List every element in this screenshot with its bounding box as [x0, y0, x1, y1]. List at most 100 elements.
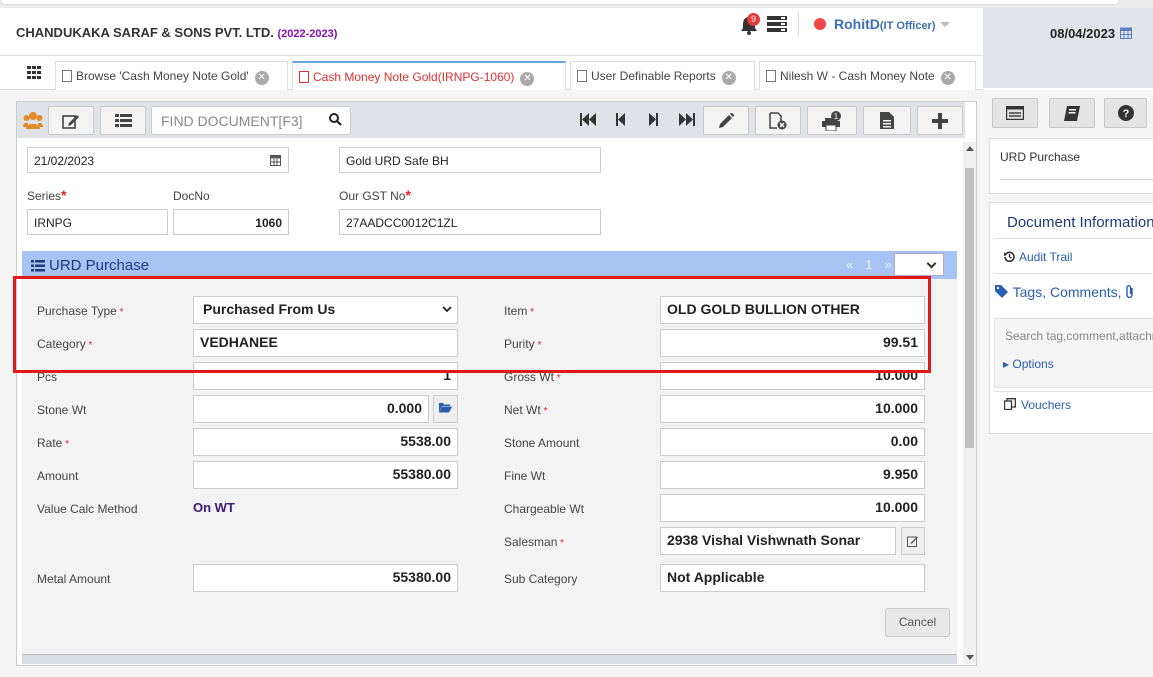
vouchers-link[interactable]: Vouchers	[1003, 398, 1072, 412]
print-icon: 1	[822, 110, 841, 131]
document-button[interactable]	[863, 106, 911, 135]
print-badge: 1	[834, 112, 839, 121]
first-record-icon[interactable]	[580, 113, 596, 126]
tab-label: Browse 'Cash Money Note Gold'	[76, 69, 249, 83]
svg-text:?: ?	[1122, 108, 1129, 120]
grid-header-strip	[22, 654, 957, 664]
tags-comments-link[interactable]: Tags, Comments,	[995, 284, 1135, 300]
cancel-button[interactable]: Cancel	[885, 608, 950, 637]
fine-wt-field[interactable]: 9.950	[660, 461, 925, 489]
panel-book-button[interactable]	[1049, 98, 1095, 128]
vouchers-label: Vouchers	[1021, 398, 1072, 412]
search-icon[interactable]	[329, 113, 342, 126]
table-icon	[1006, 106, 1024, 120]
server-icon[interactable]	[767, 16, 787, 32]
calendar-icon[interactable]	[270, 154, 281, 166]
doc-info-title: Document Information	[1007, 214, 1153, 231]
stone-wt-field[interactable]: 0.000	[193, 395, 429, 423]
next-record-icon[interactable]	[649, 113, 658, 126]
edit-form-button[interactable]	[48, 106, 94, 135]
close-icon[interactable]: ✕	[721, 71, 736, 85]
gst-field[interactable]: 27AADCC0012C1ZL	[339, 209, 601, 235]
edit-button[interactable]	[703, 106, 749, 135]
user-menu[interactable]: RohitD(IT Officer)	[814, 16, 950, 32]
close-icon[interactable]: ✕	[940, 71, 955, 85]
options-toggle[interactable]: ▸ Options	[1003, 357, 1054, 371]
rate-field[interactable]: 5538.00	[193, 428, 458, 456]
print-button[interactable]: 1	[807, 106, 857, 135]
cancel-document-button[interactable]	[755, 106, 801, 135]
divider	[994, 391, 1153, 392]
chargeable-wt-value: 10.000	[875, 499, 918, 515]
document-icon	[299, 71, 309, 83]
series-label: Series*	[27, 187, 67, 203]
stone-amount-field[interactable]: 0.00	[660, 428, 925, 456]
close-icon[interactable]: ✕	[520, 72, 535, 86]
status-dot-icon	[814, 18, 826, 30]
required-marker: *	[405, 187, 411, 203]
pager-prev[interactable]: «	[846, 257, 853, 272]
list-view-button[interactable]	[100, 106, 146, 135]
net-wt-field[interactable]: 10.000	[660, 395, 925, 423]
last-record-icon[interactable]	[679, 113, 695, 126]
stone-details-button[interactable]	[433, 395, 458, 423]
salesman-field[interactable]: 2938 Vishal Vishwnath Sonar	[660, 527, 896, 555]
scroll-thumb[interactable]	[965, 168, 974, 448]
sub-category-field[interactable]: Not Applicable	[660, 564, 925, 592]
previous-record-icon[interactable]	[616, 113, 625, 126]
tab-nilesh-cash-money-note[interactable]: Nilesh W - Cash Money Note ✕	[759, 61, 976, 90]
tab-browse-cash-money-note[interactable]: Browse 'Cash Money Note Gold' ✕	[55, 61, 288, 90]
location-field[interactable]: Gold URD Safe BH	[339, 147, 601, 173]
add-button[interactable]	[917, 106, 963, 135]
plus-icon	[932, 112, 948, 129]
document-information-panel: Document Information Audit Trail Tags, C…	[989, 202, 1153, 434]
stone-wt-label: Stone Wt	[37, 403, 87, 417]
chargeable-wt-field[interactable]: 10.000	[660, 494, 925, 522]
series-field[interactable]: IRNPG	[27, 209, 168, 235]
audit-trail-link[interactable]: Audit Trail	[1004, 250, 1072, 264]
document-icon	[577, 70, 587, 82]
location-value: Gold URD Safe BH	[346, 154, 449, 168]
tab-cash-money-note-gold[interactable]: Cash Money Note Gold(IRNPG-1060) ✕	[292, 61, 566, 90]
doc-date-value: 21/02/2023	[34, 154, 95, 168]
value-calc-label: Value Calc Method	[37, 502, 138, 516]
user-name: RohitD	[834, 16, 880, 32]
scroll-down-icon[interactable]	[966, 655, 974, 660]
vertical-scrollbar[interactable]	[963, 142, 976, 664]
gst-value: 27AADCC0012C1ZL	[346, 216, 458, 230]
find-document-input[interactable]: FIND DOCUMENT[F3]	[151, 106, 351, 135]
panel-help-button[interactable]: ?	[1104, 98, 1147, 128]
close-icon[interactable]: ✕	[254, 71, 269, 85]
scroll-up-icon[interactable]	[966, 146, 974, 151]
file-cancel-icon	[769, 111, 787, 129]
pager: « 1 »	[840, 257, 898, 272]
metal-amount-value: 55380.00	[392, 569, 451, 585]
tab-user-definable-reports[interactable]: User Definable Reports ✕	[570, 61, 755, 90]
section-title: URD Purchase	[49, 257, 150, 274]
tag-icon	[995, 285, 1008, 298]
pager-next[interactable]: »	[884, 257, 891, 272]
salesman-edit-button[interactable]	[901, 527, 925, 555]
sub-category-label: Sub Category	[504, 572, 578, 586]
panel-view-button[interactable]	[992, 98, 1038, 128]
users-icon[interactable]	[23, 111, 43, 129]
pager-page[interactable]: 1	[865, 257, 872, 272]
amount-field[interactable]: 55380.00	[193, 461, 458, 489]
sub-category-value: Not Applicable	[667, 569, 765, 585]
folder-open-icon	[439, 403, 452, 413]
value-calc-value: On WT	[193, 500, 235, 515]
docno-field[interactable]: 1060	[173, 209, 289, 235]
book-icon	[1064, 105, 1080, 121]
card-title: URD Purchase	[1000, 150, 1081, 164]
metal-amount-field[interactable]: 55380.00	[193, 564, 458, 592]
apps-grid-icon[interactable]	[27, 66, 41, 79]
page-select[interactable]	[894, 253, 944, 276]
doc-date-field[interactable]: 21/02/2023	[27, 147, 289, 173]
date-panel: 08/04/2023	[983, 8, 1153, 88]
chargeable-wt-label: Chargeable Wt	[504, 502, 585, 516]
stone-wt-value: 0.000	[386, 400, 422, 416]
net-wt-label: Net Wt *	[504, 403, 548, 417]
tags-search-box: Search tag,comment,attachm ▸ Options	[994, 318, 1153, 388]
calendar-icon[interactable]	[1120, 26, 1132, 39]
tags-search-input[interactable]: Search tag,comment,attachm	[1005, 329, 1153, 343]
